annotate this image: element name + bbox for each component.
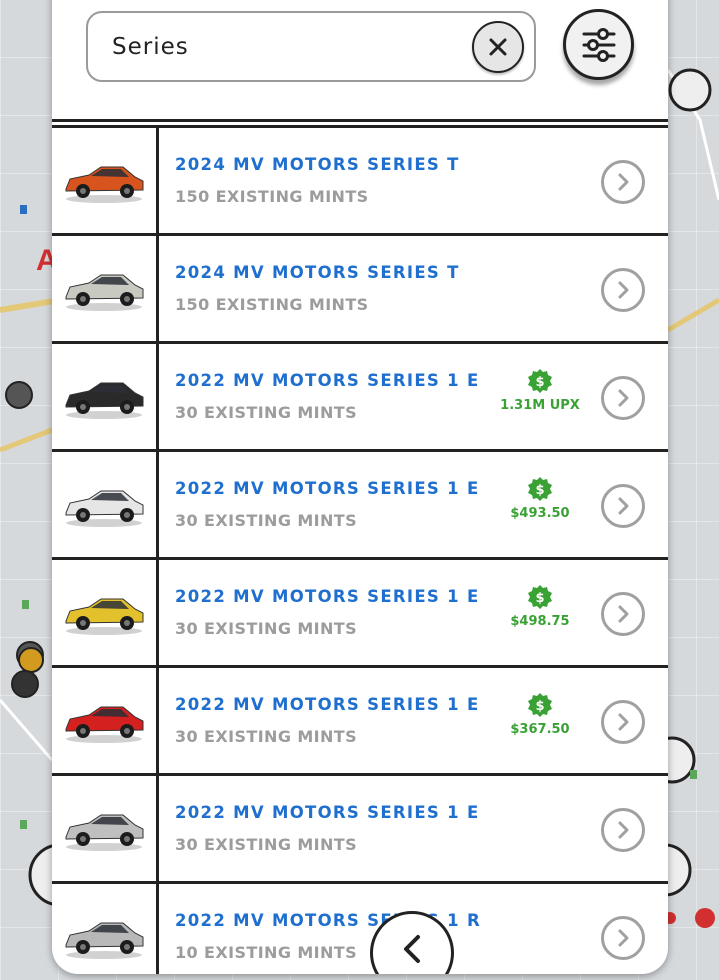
open-item-button[interactable] <box>601 484 645 528</box>
chevron-left-icon <box>404 935 420 963</box>
item-price: 1.31M UPX <box>500 398 580 413</box>
dollar-badge-icon: $ <box>528 477 552 501</box>
item-price: $498.75 <box>510 614 570 629</box>
open-item-button[interactable] <box>601 916 645 960</box>
item-mint-count: 150 EXISTING MINTS <box>175 187 369 206</box>
item-title: 2024 MV MOTORS SERIES T <box>175 155 460 174</box>
item-title: 2022 MV MOTORS SERIES 1 E <box>175 587 480 606</box>
svg-text:$: $ <box>535 483 544 498</box>
chevron-right-icon <box>618 497 629 515</box>
chevron-right-icon <box>618 605 629 623</box>
car-image <box>65 274 144 311</box>
svg-text:$: $ <box>535 591 544 606</box>
item-mint-count: 30 EXISTING MINTS <box>175 403 358 422</box>
car-thumbnail <box>52 344 159 449</box>
item-mint-count: 30 EXISTING MINTS <box>175 835 358 854</box>
car-thumbnail <box>52 884 159 974</box>
item-mint-count: 10 EXISTING MINTS <box>175 943 358 962</box>
list-item[interactable]: 2022 MV MOTORS SERIES 1 E 30 EXISTING MI… <box>52 773 668 881</box>
car-image <box>65 706 144 743</box>
car-image <box>65 814 144 851</box>
results-list: 2024 MV MOTORS SERIES T 150 EXISTING MIN… <box>52 119 668 974</box>
item-mint-count: 30 EXISTING MINTS <box>175 727 358 746</box>
car-image <box>65 598 144 635</box>
price-block: $ $367.50 <box>492 692 588 737</box>
item-title: 2022 MV MOTORS SERIES 1 E <box>175 371 480 390</box>
item-mint-count: 150 EXISTING MINTS <box>175 295 369 314</box>
search-input[interactable] <box>112 32 452 62</box>
car-image <box>65 490 144 527</box>
open-item-button[interactable] <box>601 376 645 420</box>
list-item[interactable]: 2022 MV MOTORS SERIES 1 R 10 EXISTING MI… <box>52 881 668 974</box>
close-icon <box>489 38 507 56</box>
list-item[interactable]: 2024 MV MOTORS SERIES T 150 EXISTING MIN… <box>52 125 668 233</box>
car-thumbnail <box>52 776 159 881</box>
clear-search-button[interactable] <box>472 21 524 73</box>
item-title: 2024 MV MOTORS SERIES T <box>175 263 460 282</box>
open-item-button[interactable] <box>601 592 645 636</box>
car-thumbnail <box>52 452 159 557</box>
price-block: $ $493.50 <box>492 476 588 521</box>
svg-text:$: $ <box>535 375 544 390</box>
open-item-button[interactable] <box>601 808 645 852</box>
item-title: 2022 MV MOTORS SERIES 1 E <box>175 479 480 498</box>
filter-button[interactable] <box>563 9 634 80</box>
sliders-icon <box>582 27 615 62</box>
list-item[interactable]: 2022 MV MOTORS SERIES 1 E 30 EXISTING MI… <box>52 665 668 773</box>
price-block: $ 1.31M UPX <box>492 368 588 413</box>
open-item-button[interactable] <box>601 700 645 744</box>
chevron-right-icon <box>618 389 629 407</box>
chevron-right-icon <box>618 713 629 731</box>
car-thumbnail <box>52 560 159 665</box>
price-block: $ $498.75 <box>492 584 588 629</box>
dollar-badge-icon: $ <box>528 693 552 717</box>
dollar-badge-icon: $ <box>528 369 552 393</box>
item-mint-count: 30 EXISTING MINTS <box>175 619 358 638</box>
car-thumbnail <box>52 236 159 341</box>
open-item-button[interactable] <box>601 160 645 204</box>
item-mint-count: 30 EXISTING MINTS <box>175 511 358 530</box>
car-thumbnail <box>52 668 159 773</box>
open-item-button[interactable] <box>601 268 645 312</box>
list-item[interactable]: 2022 MV MOTORS SERIES 1 E 30 EXISTING MI… <box>52 557 668 665</box>
item-price: $493.50 <box>510 506 570 521</box>
chevron-right-icon <box>618 281 629 299</box>
car-thumbnail <box>52 128 159 233</box>
list-item[interactable]: 2022 MV MOTORS SERIES 1 E 30 EXISTING MI… <box>52 449 668 557</box>
svg-text:$: $ <box>535 699 544 714</box>
chevron-right-icon <box>618 929 629 947</box>
list-item[interactable]: 2022 MV MOTORS SERIES 1 E 30 EXISTING MI… <box>52 341 668 449</box>
chevron-right-icon <box>618 173 629 191</box>
search-box <box>86 11 536 82</box>
item-title: 2022 MV MOTORS SERIES 1 E <box>175 695 480 714</box>
car-image <box>65 382 144 419</box>
search-panel: 2024 MV MOTORS SERIES T 150 EXISTING MIN… <box>52 0 668 974</box>
car-image <box>65 922 144 959</box>
dollar-badge-icon: $ <box>528 585 552 609</box>
item-title: 2022 MV MOTORS SERIES 1 E <box>175 803 480 822</box>
chevron-right-icon <box>618 821 629 839</box>
list-item[interactable]: 2024 MV MOTORS SERIES T 150 EXISTING MIN… <box>52 233 668 341</box>
car-image <box>65 166 144 203</box>
item-price: $367.50 <box>510 722 570 737</box>
